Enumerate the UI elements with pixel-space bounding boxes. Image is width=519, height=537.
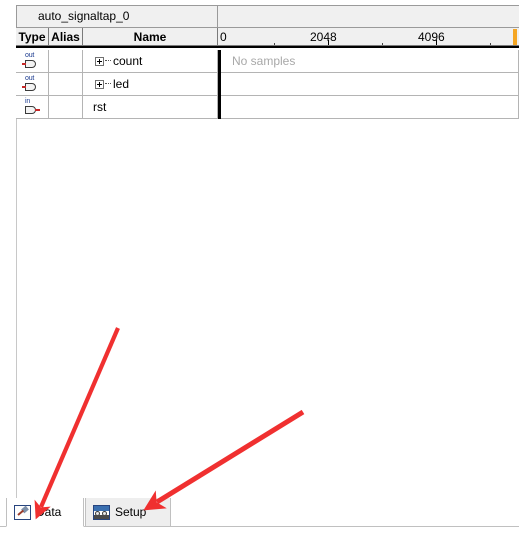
expand-node-icon[interactable] [95,57,104,66]
ruler-minor-tick [274,43,275,45]
table-row[interactable]: in rst [16,96,519,119]
row-waveform-cell[interactable] [218,73,519,96]
no-samples-message: No samples [232,54,296,68]
setup-scope-icon [93,505,110,520]
signal-name-label: led [113,77,130,91]
input-port-icon: in [22,98,42,117]
row-alias-cell[interactable] [49,50,83,73]
canvas-left-rule [16,119,17,498]
data-probe-icon [14,505,31,520]
table-row[interactable]: out count No samples [16,50,519,73]
row-alias-cell[interactable] [49,73,83,96]
row-waveform-cell[interactable] [218,96,519,119]
ruler-minor-tick [382,43,383,45]
window-left-padding [0,0,16,498]
tab-setup[interactable]: Setup [85,498,171,527]
waveform-pane-divider [218,50,221,119]
signal-name-label: rst [93,100,107,114]
row-name-cell[interactable]: rst [83,96,218,119]
row-name-cell[interactable]: led [83,73,218,96]
ruler-major-tick [436,40,437,45]
ruler-major-tick [328,40,329,45]
bottom-tab-strip: Data Setup [0,498,519,537]
tab-data[interactable]: Data [6,498,84,527]
row-type-cell: out [16,73,49,96]
column-header-type[interactable]: Type [16,28,49,46]
ruler-tick-label-0: 0 [220,30,227,44]
signal-table-header: Type Alias Name 0 2048 4096 [16,28,519,48]
ruler-tick-label-4096: 4096 [418,30,445,44]
instance-title-spacer [219,6,519,27]
row-type-cell: out [16,50,49,73]
table-row[interactable]: out led [16,73,519,96]
tab-data-label: Data [36,505,62,519]
expand-node-icon[interactable] [95,80,104,89]
column-header-name[interactable]: Name [83,28,218,46]
trigger-position-marker[interactable] [513,29,517,45]
row-type-cell: in [16,96,49,119]
tab-setup-label: Setup [115,505,147,519]
waveform-time-ruler[interactable]: 0 2048 4096 [218,28,519,46]
instance-name-label: auto_signaltap_0 [17,6,218,27]
signal-name-label: count [113,54,143,68]
signaltap-logic-analyzer-window: auto_signaltap_0 Type Alias Name 0 2048 … [0,0,519,537]
signal-list: out count No samples out led in rst [16,50,519,119]
column-header-alias[interactable]: Alias [49,28,83,46]
instance-title-bar: auto_signaltap_0 [16,5,519,28]
output-port-icon: out [22,75,42,94]
empty-waveform-canvas[interactable] [16,119,519,498]
ruler-tick-label-2048: 2048 [310,30,337,44]
row-name-cell[interactable]: count [83,50,218,73]
tree-connector [105,83,111,85]
row-waveform-cell[interactable]: No samples [218,50,519,73]
row-alias-cell[interactable] [49,96,83,119]
tree-connector [105,60,111,62]
ruler-minor-tick [490,43,491,45]
output-port-icon: out [22,52,42,71]
tab-strip-filler [0,527,519,537]
